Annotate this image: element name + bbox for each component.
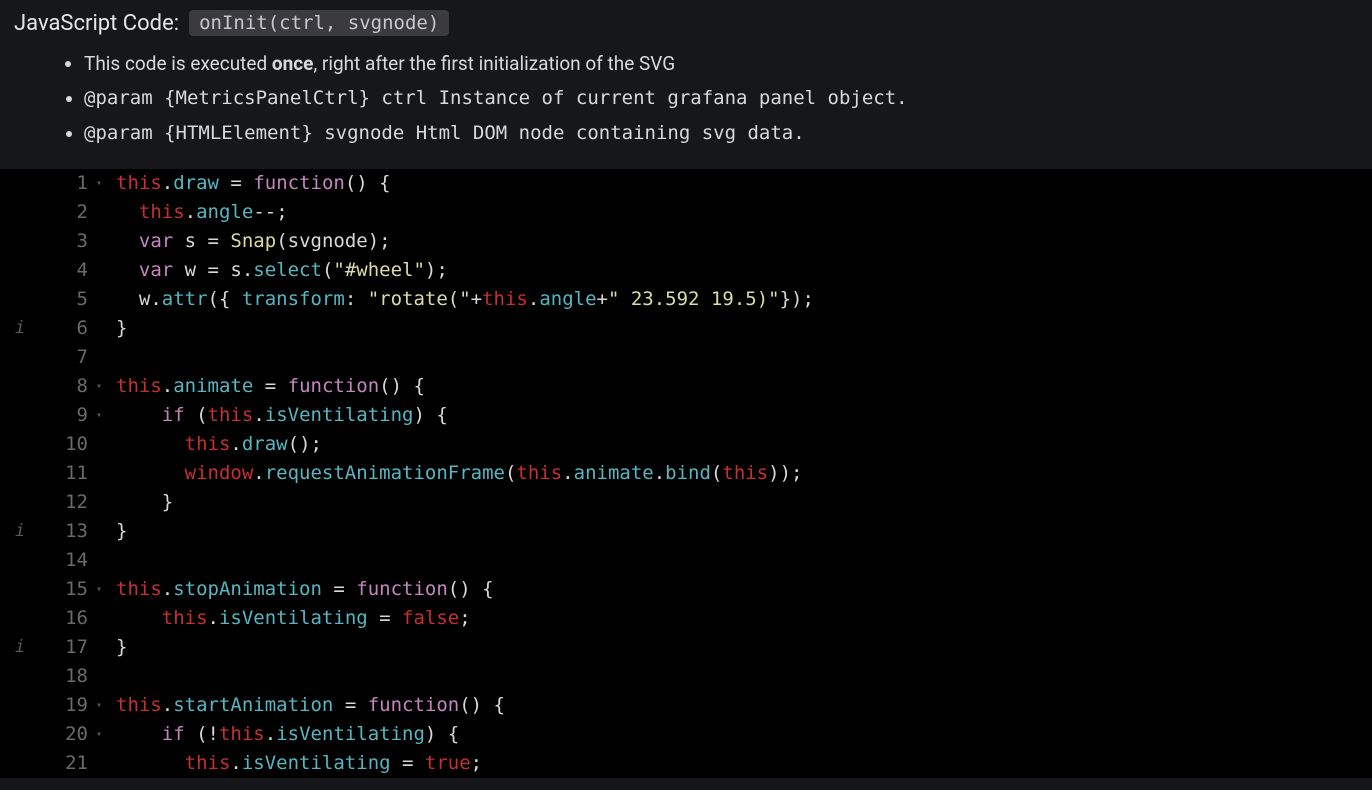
code-editor[interactable]: iii 123456789101112131415161718192021 ▾▾… xyxy=(0,169,1372,778)
line-number-gutter: 123456789101112131415161718192021 xyxy=(40,169,96,778)
description-list: This code is executed once, right after … xyxy=(14,36,1358,159)
code-area[interactable]: this.draw = function() { this.angle--; v… xyxy=(110,169,1372,778)
section-title: JavaScript Code: xyxy=(14,11,179,36)
description-item: This code is executed once, right after … xyxy=(84,48,1358,80)
fold-gutter[interactable]: ▾▾▾▾▾▾ xyxy=(96,169,110,778)
editor-header: JavaScript Code: onInit(ctrl, svgnode) T… xyxy=(0,0,1372,169)
description-item: @param {HTMLElement} svgnode Html DOM no… xyxy=(84,117,1358,149)
info-gutter: iii xyxy=(0,169,40,778)
description-item: @param {MetricsPanelCtrl} ctrl Instance … xyxy=(84,82,1358,114)
function-signature: onInit(ctrl, svgnode) xyxy=(189,10,449,36)
title-line: JavaScript Code: onInit(ctrl, svgnode) xyxy=(14,10,1358,36)
